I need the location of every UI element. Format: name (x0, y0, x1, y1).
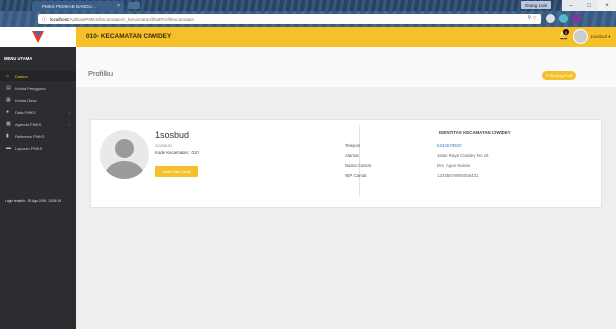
info-label-telepon: Telepon (345, 143, 361, 148)
profile-card: 1sosbud SOSBUD Kode Kecamatan : 010 Ubah… (90, 119, 602, 208)
sidebar-item-dasbor[interactable]: ⌂ Dasbor (0, 71, 76, 81)
zoom-and-bookmark-icons[interactable]: ⚲ ☆ (527, 15, 537, 21)
sidebar-item-label: Kelola Desa (15, 97, 37, 103)
chevron-right-icon: › (68, 109, 70, 115)
profile-role: SOSBUD (155, 143, 172, 148)
sidebar-item-label: Laporan PMKS (15, 145, 43, 151)
page-header: Profilku ✎ Sunting Profil (76, 47, 616, 87)
main-content: Profilku ✎ Sunting Profil 1sosbud SOSBUD… (76, 47, 616, 329)
sidebar-item-label: Dasbor (15, 73, 28, 79)
extension-icon[interactable] (559, 14, 568, 23)
tab-title: PMKS PEMKAB BANDU… (42, 3, 97, 9)
sidebar-item-kelola-desa[interactable]: ▦ Kelola Desa (0, 95, 76, 105)
user-name: 1sosbud ▾ (590, 33, 611, 39)
chart-icon: ▬ (6, 145, 11, 151)
avatar (573, 29, 588, 44)
extension-icon[interactable] (572, 14, 581, 23)
sidebar-item-laporan-pmks[interactable]: ▬ Laporan PMKS (0, 143, 76, 153)
new-tab-button[interactable] (128, 2, 140, 9)
info-icon[interactable]: ⓘ (42, 16, 47, 23)
page-title: Profilku (88, 69, 114, 78)
profile-username: 1sosbud (155, 130, 190, 140)
sidebar-item-kelola-pengguna[interactable]: ▤ Kelola Pengguna (0, 83, 76, 93)
edit-profile-button[interactable]: ✎ Sunting Profil (542, 71, 576, 80)
info-label-nip-camat: NIP Camat (345, 173, 367, 178)
info-value-alamat: Jalan Raya Ciwidey No 18 (437, 153, 489, 158)
chevron-right-icon: › (68, 121, 70, 127)
extension-icon[interactable] (546, 14, 555, 23)
window-controls: – □ × (562, 0, 616, 11)
user-silhouette-body (105, 161, 144, 179)
browser-tab[interactable]: PMKS PEMKAB BANDU… × (32, 1, 124, 11)
user-menu[interactable]: 1sosbud ▾ (573, 29, 611, 44)
book-icon: ▮ (6, 133, 9, 139)
page-header-title: 010- KECAMATAN CIWIDEY (86, 33, 172, 40)
url-input[interactable]: ⓘ localhost/AplikasiPMKS/kecamatan/c_kec… (38, 14, 541, 24)
info-value-nip-camat: 12345678900005431 (437, 173, 479, 178)
sidebar: MENU UTAMA ⌂ Dasbor ▤ Kelola Pengguna ▦ … (0, 47, 76, 329)
sidebar-item-label: Data PMKS (15, 109, 36, 115)
close-window-button[interactable]: × (598, 0, 616, 11)
notification-badge: 0 (563, 29, 569, 35)
sidebar-item-agenda-pmks[interactable]: ▩ Agenda PMKS › (0, 119, 76, 129)
sidebar-item-referensi-pmks[interactable]: ▮ Referensi PMKS (0, 131, 76, 141)
sidebar-item-label: Kelola Pengguna (15, 85, 46, 91)
minimize-button[interactable]: – (562, 0, 580, 11)
building-icon: ▦ (6, 97, 11, 103)
sidebar-item-data-pmks[interactable]: ● Data PMKS › (0, 107, 76, 117)
url-host: localhost (50, 16, 69, 22)
maximize-button[interactable]: □ (580, 0, 598, 11)
logo[interactable] (0, 27, 76, 47)
sidebar-title: MENU UTAMA (4, 56, 33, 61)
address-bar-row: ⓘ localhost/AplikasiPMKS/kecamatan/c_kec… (0, 11, 616, 27)
profile-photo (100, 130, 149, 179)
info-label-alamat: Alamat (345, 153, 359, 158)
logo-emblem-icon (32, 31, 44, 43)
browser-tab-bar: PMKS PEMKAB BANDU… × Orang Lain – □ × (0, 0, 616, 11)
tab-close-icon[interactable]: × (117, 3, 120, 9)
calendar-icon: ▩ (6, 121, 11, 127)
home-icon: ⌂ (6, 73, 10, 79)
info-value-telepon[interactable]: 6234670820 (437, 143, 461, 148)
users-icon: ▤ (6, 85, 11, 91)
info-label-nama-camat: Nama Camat (345, 163, 371, 168)
browser-profile-chip[interactable]: Orang Lain (521, 1, 551, 9)
users-group-icon: ● (6, 109, 10, 115)
extension-icons (546, 14, 581, 23)
sidebar-item-label: Agenda PMKS (15, 121, 42, 127)
identity-title: IDENTITAS KECAMATAN CIWIDEY (439, 130, 511, 135)
change-password-button[interactable]: Ubah Kata Sandi (155, 166, 198, 177)
last-login-text: Login terakhir : 20 Agu 2019, 13:05:19 (5, 199, 61, 203)
divider (359, 125, 360, 197)
app-header: 010- KECAMATAN CIWIDEY 🔔 0 1sosbud ▾ (0, 27, 616, 47)
sidebar-item-label: Referensi PMKS (15, 133, 45, 139)
url-path: /AplikasiPMKS/kecamatan/c_kecamatan/liha… (68, 16, 195, 22)
user-silhouette-icon (115, 139, 134, 158)
profile-kode-kecamatan: Kode Kecamatan : 010 (155, 150, 199, 155)
info-value-nama-camat: Drs. Agus Nanan (437, 163, 471, 168)
